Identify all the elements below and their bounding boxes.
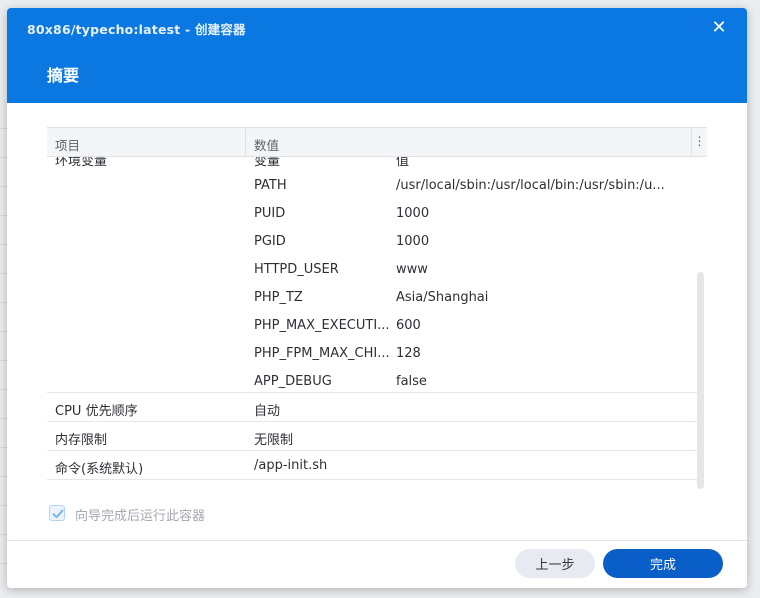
env-value: 1000 — [396, 206, 430, 221]
env-col-value-header: 值 — [396, 157, 410, 169]
row-item: 内存限制 — [55, 433, 108, 448]
table-row-env: 环境变量 变量 值 PATH /usr/local/sbin:/usr/loca… — [47, 157, 697, 393]
step-title: 摘要 — [47, 66, 80, 85]
env-key: PHP_TZ — [254, 290, 303, 305]
env-value: www — [396, 262, 428, 277]
table-row: 命令(系统默认) /app-init.sh — [47, 451, 697, 480]
row-item: 命令(系统默认) — [55, 462, 144, 477]
summary-table: 项目 数值 ⋮ 环境变量 变量 值 PATH /usr/local/sbin:/… — [47, 127, 707, 481]
env-value: Asia/Shanghai — [396, 290, 489, 305]
done-button[interactable]: 完成 — [603, 549, 723, 578]
env-key: PGID — [254, 234, 286, 249]
env-key: PUID — [254, 206, 286, 221]
table-scrollbar[interactable] — [697, 272, 704, 489]
column-menu-icon[interactable]: ⋮ — [691, 128, 707, 156]
window-title: 80x86/typecho:latest - 创建容器 — [27, 22, 246, 37]
column-header-value-cell: 数值 — [245, 128, 692, 156]
checkmark-icon — [52, 509, 64, 519]
env-value: 600 — [396, 318, 421, 333]
create-container-dialog: 80x86/typecho:latest - 创建容器 ✕ 摘要 项目 数值 ⋮… — [7, 8, 747, 588]
row-value: 无限制 — [254, 433, 294, 448]
env-value: 1000 — [396, 234, 430, 249]
close-icon[interactable]: ✕ — [707, 17, 731, 39]
env-key: PHP_FPM_MAX_CHI... — [254, 346, 390, 361]
env-value: false — [396, 374, 427, 389]
run-after-wizard-checkbox[interactable] — [49, 505, 65, 521]
row-value: 自动 — [254, 404, 281, 419]
table-header: 项目 数值 ⋮ — [47, 127, 707, 157]
column-header-item[interactable]: 项目 — [55, 135, 80, 154]
env-value: /usr/local/sbin:/usr/local/bin:/usr/sbin… — [396, 178, 665, 193]
env-col-key-header: 变量 — [254, 157, 281, 169]
env-key: PATH — [254, 178, 287, 193]
table-row: CPU 优先顺序 自动 — [47, 393, 697, 422]
previous-step-button[interactable]: 上一步 — [515, 549, 595, 578]
env-key: APP_DEBUG — [254, 374, 332, 389]
footer-divider — [7, 540, 747, 541]
row-value: /app-init.sh — [254, 458, 328, 473]
env-value: 128 — [396, 346, 421, 361]
table-row: 内存限制 无限制 — [47, 422, 697, 451]
env-section-label: 环境变量 — [55, 157, 108, 169]
table-body: 环境变量 变量 值 PATH /usr/local/sbin:/usr/loca… — [47, 157, 707, 481]
env-key: HTTPD_USER — [254, 262, 339, 277]
env-key: PHP_MAX_EXECUTI... — [254, 318, 390, 333]
row-item: CPU 优先顺序 — [55, 404, 138, 419]
dialog-header: 80x86/typecho:latest - 创建容器 ✕ 摘要 — [7, 8, 747, 103]
run-after-wizard-label[interactable]: 向导完成后运行此容器 — [75, 505, 205, 524]
column-header-value[interactable]: 数值 — [254, 135, 279, 154]
